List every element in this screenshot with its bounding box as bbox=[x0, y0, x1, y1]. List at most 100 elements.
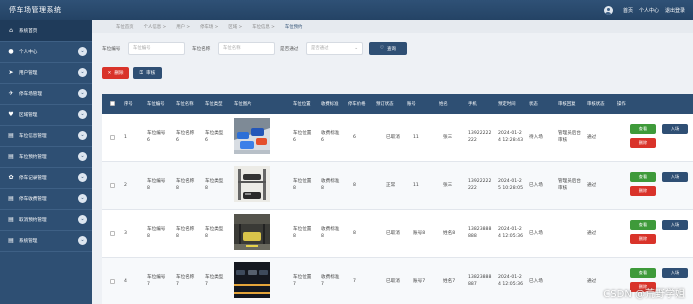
column-header[interactable]: 序号 bbox=[124, 101, 133, 107]
sidebar-item-6[interactable]: ▤ 车位预约管理 ⌄ bbox=[0, 146, 92, 167]
space-image[interactable] bbox=[234, 166, 270, 202]
sidebar-item-2[interactable]: ➤ 用户管理 ⌄ bbox=[0, 62, 92, 83]
query-button[interactable]: ♡ 查询 bbox=[369, 42, 407, 55]
data-table: 序号 车位编号 车位名称 车位类型 车位图片 车位位置 收费标准 停车价格 预订状态 账号 姓名 手机… bbox=[102, 94, 693, 304]
chevron-down-icon[interactable]: ⌄ bbox=[78, 215, 87, 224]
column-header[interactable]: 手机 bbox=[468, 101, 477, 107]
chevron-down-icon[interactable]: ⌄ bbox=[78, 110, 87, 119]
view-button[interactable]: 查看 bbox=[630, 220, 656, 230]
delete-button[interactable]: ✕ 删除 bbox=[102, 67, 129, 79]
main-content: 车位编号 车位编号 车位名称 车位名称 是否通过 是否通过 ⌄ ♡ 查询 ✕ 删… bbox=[92, 33, 693, 304]
profile-link[interactable]: 个人中心 bbox=[639, 7, 659, 14]
row-checkbox[interactable] bbox=[110, 135, 115, 140]
chevron-down-icon[interactable]: ⌄ bbox=[78, 173, 87, 182]
space-no-cell: 车位编号7 bbox=[147, 275, 166, 287]
space-name-label: 车位名称 bbox=[192, 47, 211, 52]
column-header[interactable]: 预定时间 bbox=[498, 101, 516, 107]
list-icon: ▤ bbox=[8, 237, 14, 244]
view-button[interactable]: 查看 bbox=[630, 268, 656, 278]
breadcrumb-item[interactable]: 区域 > bbox=[228, 24, 242, 30]
space-image[interactable] bbox=[234, 118, 270, 154]
chevron-down-icon[interactable]: ⌄ bbox=[78, 152, 87, 161]
space-no-input[interactable]: 车位编号 bbox=[128, 42, 185, 55]
sidebar-item-8[interactable]: ▤ 停车收费管理 ⌄ bbox=[0, 188, 92, 209]
chevron-down-icon[interactable]: ⌄ bbox=[78, 89, 87, 98]
sidebar-item-3[interactable]: ✈ 停车场管理 ⌄ bbox=[0, 83, 92, 104]
sidebar-item-10[interactable]: ▤ 系统管理 ⌄ bbox=[0, 230, 92, 251]
view-button[interactable]: 查看 bbox=[630, 124, 656, 134]
name-cell: 姓名7 bbox=[443, 279, 456, 284]
column-header[interactable]: 审核状态 bbox=[587, 101, 605, 107]
booking-status-cell: 正常 bbox=[386, 183, 396, 188]
select-all-checkbox[interactable] bbox=[110, 101, 115, 106]
row-delete-button[interactable]: 删除 bbox=[630, 138, 656, 148]
send-icon: ➤ bbox=[8, 69, 14, 76]
sidebar-item-label: 停车收费管理 bbox=[19, 196, 47, 202]
column-header[interactable]: 收费标准 bbox=[321, 101, 339, 107]
row-delete-button[interactable]: 删除 bbox=[630, 234, 656, 244]
enter-button[interactable]: 入场 bbox=[662, 268, 688, 278]
table-row[interactable]: 3 车位编号8 车位名称8 车位类型8 车位位置8 收费标准8 8 已取消 账号8 姓名8 1382… bbox=[102, 210, 693, 258]
reserve-time-cell: 2024-01-24 12:28:43 bbox=[498, 131, 524, 143]
sidebar-item-0[interactable]: ⌂ 系统首页 bbox=[0, 20, 92, 41]
space-image[interactable] bbox=[234, 214, 270, 250]
column-header[interactable]: 停车价格 bbox=[348, 101, 366, 107]
space-no-cell: 车位编号8 bbox=[147, 179, 166, 191]
chevron-down-icon[interactable]: ⌄ bbox=[78, 68, 87, 77]
chevron-down-icon[interactable]: ⌄ bbox=[78, 47, 87, 56]
name-cell: 张三 bbox=[443, 135, 453, 140]
sidebar-item-label: 区域管理 bbox=[19, 112, 38, 118]
column-header[interactable]: 账号 bbox=[407, 101, 416, 107]
row-delete-button[interactable]: 删除 bbox=[630, 186, 656, 196]
chevron-down-icon: ⌄ bbox=[354, 46, 358, 51]
enter-button[interactable]: 入场 bbox=[662, 172, 688, 182]
column-header[interactable]: 车位编号 bbox=[147, 101, 165, 107]
sidebar-item-1[interactable]: ● 个人中心 ⌄ bbox=[0, 41, 92, 62]
breadcrumb-item[interactable]: 停车场 > bbox=[200, 24, 218, 30]
row-checkbox[interactable] bbox=[110, 231, 115, 236]
column-header[interactable]: 车位图片 bbox=[234, 101, 252, 107]
breadcrumb-item[interactable]: 用户 > bbox=[176, 24, 190, 30]
column-header[interactable]: 预订状态 bbox=[376, 101, 394, 107]
breadcrumb-item[interactable]: 个人信息 > bbox=[144, 24, 167, 30]
reserve-time-cell: 2024-01-24 12:05:36 bbox=[498, 227, 524, 239]
table-row[interactable]: 2 车位编号8 车位名称8 车位类型8 车位位置8 收费标准8 8 正常 11 张三 1392222… bbox=[102, 162, 693, 210]
space-image[interactable] bbox=[234, 262, 270, 298]
breadcrumb-item[interactable]: 车位首页 bbox=[116, 24, 134, 30]
chevron-down-icon[interactable]: ⌄ bbox=[78, 131, 87, 140]
row-checkbox[interactable] bbox=[110, 183, 115, 188]
chevron-down-icon[interactable]: ⌄ bbox=[78, 236, 87, 245]
sidebar-item-7[interactable]: ✿ 停车记录管理 ⌄ bbox=[0, 167, 92, 188]
review-button[interactable]: ⚿ 审核 bbox=[133, 67, 162, 79]
breadcrumb-item[interactable]: 车位信息 > bbox=[252, 24, 275, 30]
sidebar-item-5[interactable]: ▤ 车位信息管理 ⌄ bbox=[0, 125, 92, 146]
column-header[interactable]: 姓名 bbox=[439, 101, 448, 107]
column-header[interactable]: 车位位置 bbox=[293, 101, 311, 107]
column-header[interactable]: 状态 bbox=[529, 101, 538, 107]
sidebar: ⌂ 系统首页 ● 个人中心 ⌄ ➤ 用户管理 ⌄ ✈ 停车场管理 ⌄ ♥ 区域管理 ⌄ ▤ 车位信息管理 ⌄ ▤ 车… bbox=[0, 20, 92, 304]
sidebar-item-label: 个人中心 bbox=[19, 49, 38, 55]
row-checkbox[interactable] bbox=[110, 279, 115, 284]
location-cell: 车位位置8 bbox=[293, 227, 312, 239]
location-cell: 车位位置7 bbox=[293, 275, 312, 287]
chevron-down-icon[interactable]: ⌄ bbox=[78, 194, 87, 203]
avatar[interactable] bbox=[603, 6, 613, 15]
space-name-input[interactable]: 车位名称 bbox=[218, 42, 275, 55]
sidebar-item-label: 停车记录管理 bbox=[19, 175, 47, 181]
enter-button[interactable]: 入场 bbox=[662, 124, 688, 134]
logout-link[interactable]: 退出登录 bbox=[665, 7, 685, 14]
column-header[interactable]: 操作 bbox=[617, 101, 626, 107]
sidebar-item-9[interactable]: ▤ 取消预约管理 ⌄ bbox=[0, 209, 92, 230]
home-link[interactable]: 首页 bbox=[623, 7, 633, 14]
column-header[interactable]: 车位名称 bbox=[176, 101, 194, 107]
approved-select[interactable]: 是否通过 ⌄ bbox=[306, 42, 363, 55]
sidebar-item-4[interactable]: ♥ 区域管理 ⌄ bbox=[0, 104, 92, 125]
price-cell: 6 bbox=[353, 135, 356, 140]
column-header[interactable]: 审核回复 bbox=[558, 101, 576, 107]
column-header[interactable]: 车位类型 bbox=[205, 101, 223, 107]
enter-button[interactable]: 入场 bbox=[662, 220, 688, 230]
space-name-cell: 车位名称7 bbox=[176, 275, 195, 287]
breadcrumb-item[interactable]: 车位预约 bbox=[285, 24, 303, 30]
view-button[interactable]: 查看 bbox=[630, 172, 656, 182]
table-row[interactable]: 1 车位编号6 车位名称6 车位类型6 车位位置6 收费标准6 6 已取消 11 张三 139222… bbox=[102, 114, 693, 162]
